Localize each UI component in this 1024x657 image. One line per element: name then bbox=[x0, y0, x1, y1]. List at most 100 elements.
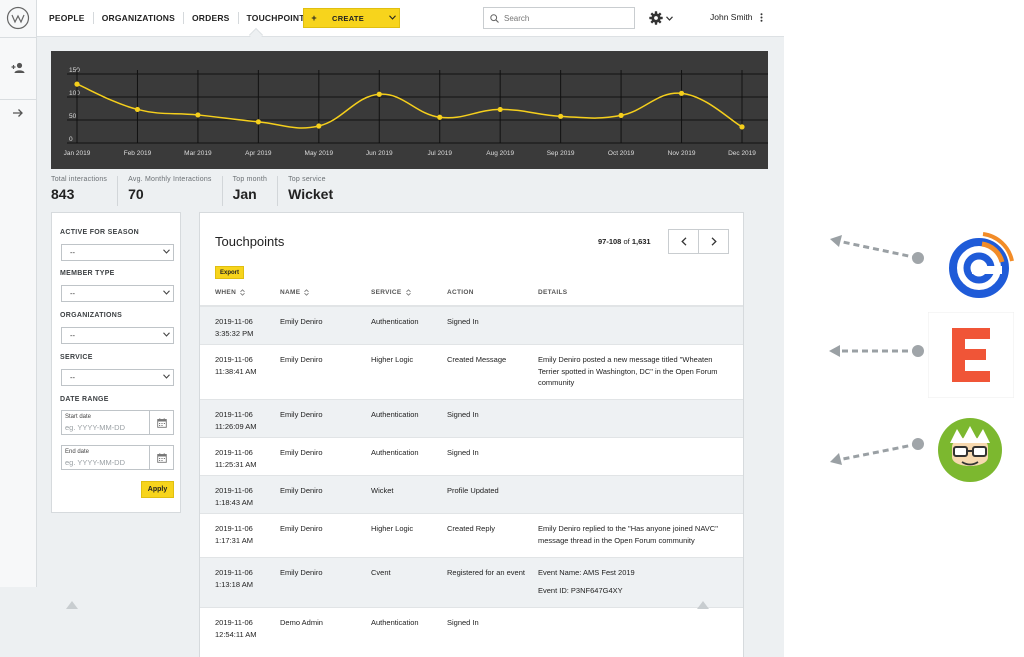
logo-icon[interactable] bbox=[6, 6, 30, 30]
cell-when: 2019-11-06 1:18:43 AM bbox=[215, 485, 275, 508]
sidebar bbox=[0, 0, 37, 587]
search-input[interactable] bbox=[504, 13, 624, 23]
data-point[interactable] bbox=[497, 106, 503, 113]
service-select[interactable]: -- bbox=[61, 369, 174, 386]
cell-details: Event Name: AMS Fest 2019 Event ID: P3NF6… bbox=[538, 567, 733, 596]
app-window: PEOPLE ORGANIZATIONS ORDERS TOUCHPOINTS … bbox=[0, 0, 784, 657]
cell-time: 11:25:31 AM bbox=[215, 459, 257, 469]
table-row[interactable]: 2019-11-06 3:35:32 PM Emily Deniro Authenti… bbox=[200, 306, 743, 344]
calendar-button[interactable] bbox=[149, 446, 173, 469]
column-header-name[interactable]: NAME bbox=[280, 289, 310, 296]
interactions-line-chart: 0 50 100 150 Jan 2019 Feb 2019 Mar 2019 Apr 201… bbox=[64, 67, 768, 157]
nav-orders[interactable]: ORDERS bbox=[182, 12, 238, 24]
stat-value: 843 bbox=[51, 186, 75, 202]
cell-when: 2019-11-06 1:13:18 AM bbox=[215, 567, 275, 590]
nav-people[interactable]: PEOPLE bbox=[49, 12, 93, 24]
data-point[interactable] bbox=[376, 91, 382, 97]
create-button[interactable]: + CREATE bbox=[303, 8, 400, 28]
cell-action: Registered for an event bbox=[447, 568, 525, 577]
x-tick-label: Mar 2019 bbox=[184, 150, 212, 157]
stat-total-interactions: Total interactions 843 bbox=[51, 176, 119, 206]
data-point[interactable] bbox=[739, 124, 745, 130]
data-point[interactable] bbox=[316, 123, 322, 129]
x-tick-label: Feb 2019 bbox=[124, 150, 152, 157]
scroll-up-icon[interactable] bbox=[66, 601, 78, 609]
cell-when: 2019-11-06 11:25:31 AM bbox=[215, 447, 275, 470]
active-for-season-select[interactable]: -- bbox=[61, 244, 174, 261]
table-row[interactable]: 2019-11-06 11:26:09 AM Emily Deniro Authent… bbox=[200, 399, 743, 437]
select-value: -- bbox=[70, 289, 75, 298]
end-date-field[interactable]: End date eg. YYYY-MM-DD bbox=[61, 445, 174, 470]
page-title: Touchpoints bbox=[215, 234, 285, 249]
data-point[interactable] bbox=[678, 90, 685, 96]
user-menu[interactable]: John Smith bbox=[710, 12, 763, 22]
calendar-button[interactable] bbox=[149, 411, 173, 434]
data-point[interactable] bbox=[437, 114, 443, 120]
table-row[interactable]: 2019-11-06 12:54:11 AM Demo Admin Authentic… bbox=[200, 607, 743, 645]
cell-service: Authentication bbox=[371, 410, 419, 419]
data-point[interactable] bbox=[255, 119, 261, 125]
cell-date: 2019-11-06 bbox=[215, 448, 253, 457]
stat-top-service: Top service Wicket bbox=[288, 176, 343, 206]
cell-name: Emily Deniro bbox=[280, 448, 323, 457]
cell-name: Emily Deniro bbox=[280, 486, 323, 495]
previous-page-button[interactable] bbox=[669, 230, 699, 253]
column-header-service[interactable]: SERVICE bbox=[371, 289, 411, 296]
cell-time: 1:18:43 AM bbox=[215, 497, 253, 507]
add-person-button[interactable] bbox=[0, 50, 36, 86]
more-vertical-icon bbox=[760, 12, 763, 22]
data-point[interactable] bbox=[195, 112, 201, 118]
table-row[interactable]: 2019-11-06 1:18:43 AM Emily Deniro Wicket Pr… bbox=[200, 475, 743, 513]
stat-label: Top month bbox=[232, 176, 268, 183]
scroll-up-icon[interactable] bbox=[697, 601, 709, 609]
export-button[interactable]: Export bbox=[215, 266, 244, 279]
table-row[interactable]: 2019-11-06 1:13:18 AM Emily Deniro Cvent Reg… bbox=[200, 557, 743, 607]
cell-name: Emily Deniro bbox=[280, 410, 323, 419]
nav-organizations[interactable]: ORGANIZATIONS bbox=[92, 12, 183, 24]
pagination-count: 97-108 of 1,631 bbox=[598, 237, 651, 246]
cell-service: Wicket bbox=[371, 486, 394, 495]
sidebar-divider bbox=[0, 37, 36, 38]
x-tick-label: Dec 2019 bbox=[728, 150, 756, 157]
data-point[interactable] bbox=[134, 106, 141, 113]
mailchimp-icon bbox=[938, 418, 1002, 482]
search-icon bbox=[490, 13, 499, 23]
table-row[interactable]: 2019-11-06 11:25:31 AM Emily Deniro Authent… bbox=[200, 437, 743, 475]
y-tick-label: 100 bbox=[69, 90, 80, 97]
plus-icon: + bbox=[311, 13, 317, 23]
pagination-controls bbox=[668, 229, 729, 254]
end-date-placeholder: eg. YYYY-MM-DD bbox=[65, 458, 126, 467]
data-point[interactable] bbox=[74, 81, 80, 87]
calendar-icon bbox=[156, 452, 167, 463]
column-header-when[interactable]: WHEN bbox=[215, 289, 245, 296]
organizations-select[interactable]: -- bbox=[61, 327, 174, 344]
cell-action: Signed In bbox=[447, 317, 479, 326]
settings-menu[interactable] bbox=[649, 9, 679, 27]
y-tick-label: 0 bbox=[69, 136, 73, 143]
cell-time: 1:13:18 AM bbox=[215, 579, 253, 589]
member-type-select[interactable]: -- bbox=[61, 285, 174, 302]
table-row[interactable]: 2019-11-06 11:38:41 AM Emily Deniro Higher … bbox=[200, 344, 743, 399]
apply-button[interactable]: Apply bbox=[141, 481, 174, 498]
details-text: Emily Deniro posted a new message titled… bbox=[538, 355, 718, 387]
service-label: SERVICE bbox=[60, 354, 93, 361]
cell-date: 2019-11-06 bbox=[215, 524, 253, 533]
data-point[interactable] bbox=[558, 113, 564, 119]
cell-date: 2019-11-06 bbox=[215, 568, 253, 577]
cell-name: Demo Admin bbox=[280, 618, 323, 627]
expand-sidebar-button[interactable] bbox=[0, 95, 36, 131]
start-date-field[interactable]: Start date eg. YYYY-MM-DD bbox=[61, 410, 174, 435]
search-box[interactable] bbox=[483, 7, 635, 29]
cell-action: Signed In bbox=[447, 448, 479, 457]
cell-details: Emily Deniro posted a new message titled… bbox=[538, 354, 733, 389]
y-tick-label: 150 bbox=[69, 67, 80, 74]
cell-name: Emily Deniro bbox=[280, 317, 323, 326]
cell-name: Emily Deniro bbox=[280, 355, 323, 364]
chevron-down-icon bbox=[159, 332, 173, 339]
cell-service: Higher Logic bbox=[371, 524, 414, 533]
data-point[interactable] bbox=[618, 112, 624, 118]
next-page-button[interactable] bbox=[699, 230, 728, 253]
connection-arrow-icon bbox=[829, 345, 924, 357]
table-row[interactable]: 2019-11-06 1:17:31 AM Emily Deniro Higher L… bbox=[200, 513, 743, 557]
header-label: SERVICE bbox=[371, 289, 402, 296]
